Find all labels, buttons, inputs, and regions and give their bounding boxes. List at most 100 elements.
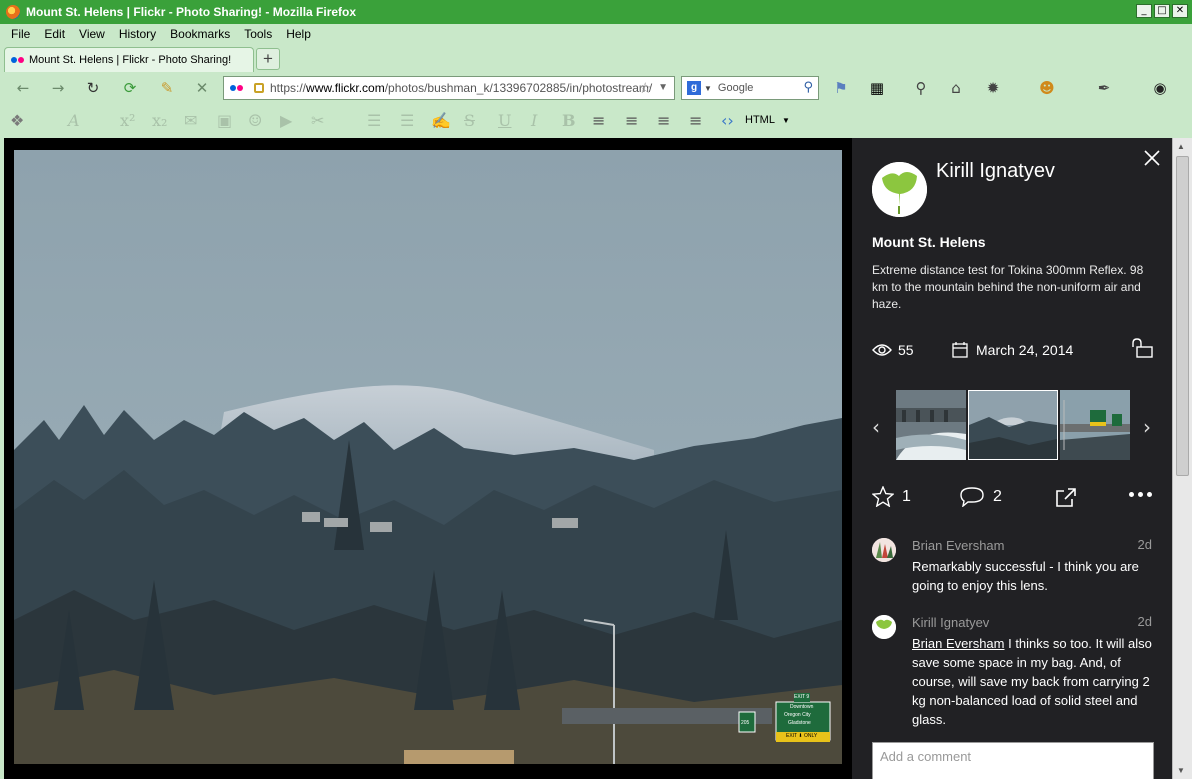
home-icon[interactable]: ⌂ <box>947 79 965 97</box>
scroll-down-icon[interactable]: ▼ <box>1177 766 1185 775</box>
owner-avatar[interactable] <box>872 162 927 217</box>
close-window-button[interactable]: ✕ <box>1172 4 1188 18</box>
calendar-icon <box>952 342 968 358</box>
thumbnail-next[interactable] <box>1060 390 1130 460</box>
bullet-list-icon[interactable]: ☰ <box>367 112 381 130</box>
thumbnail-prev[interactable] <box>896 390 966 460</box>
refresh-green-icon[interactable]: ⟳ <box>121 79 139 97</box>
flag-icon[interactable]: ⚑ <box>832 79 850 97</box>
close-lightbox-icon[interactable] <box>1142 148 1162 168</box>
thumbnail-current[interactable] <box>968 390 1058 460</box>
next-photo-icon[interactable]: › <box>1143 415 1151 439</box>
menu-history[interactable]: History <box>112 27 163 41</box>
menu-help[interactable]: Help <box>279 27 318 41</box>
fave-action[interactable]: 1 <box>872 486 911 507</box>
forward-arrow-icon[interactable]: → <box>49 79 67 97</box>
sign-exit: EXIT 9 <box>794 694 810 700</box>
tab-label: Mount St. Helens | Flickr - Photo Sharin… <box>29 54 232 66</box>
address-bar[interactable]: https://www.flickr.com/photos/bushman_k/… <box>223 76 675 100</box>
lock-icon <box>254 83 264 93</box>
sign-line-oregon-city: Oregon City <box>784 712 811 718</box>
navigation-toolbar: ← → ↻ ⟳ ✎ ✕ https://www.flickr.com/photo… <box>0 72 1192 104</box>
comment-bubble-icon[interactable] <box>959 486 985 507</box>
date-value: March 24, 2014 <box>976 342 1074 358</box>
add-comment-field[interactable]: Add a comment <box>872 742 1154 779</box>
bold-icon[interactable]: B <box>562 112 576 130</box>
stop-icon[interactable]: ✕ <box>193 79 211 97</box>
minimize-button[interactable]: _ <box>1136 4 1152 18</box>
menu-file[interactable]: File <box>4 27 37 41</box>
subscript-icon[interactable]: x₂ <box>152 112 167 130</box>
comment-icon[interactable]: ✍ <box>431 112 451 130</box>
commenter-avatar[interactable] <box>872 615 896 639</box>
sidebar-scrollbar[interactable]: ▲ ▼ <box>1172 138 1192 779</box>
superscript-icon[interactable]: x² <box>120 112 135 130</box>
comment-action[interactable]: 2 <box>959 486 1002 507</box>
notepad-icon[interactable]: ✎ <box>158 79 176 97</box>
prev-photo-icon[interactable]: ‹ <box>872 415 880 439</box>
bug-icon[interactable]: ✹ <box>984 79 1002 97</box>
align-center-icon[interactable]: ≡ <box>689 112 702 130</box>
window-title: Mount St. Helens | Flickr - Photo Sharin… <box>26 5 357 19</box>
strikethrough-icon[interactable]: S <box>464 112 475 130</box>
html-label[interactable]: HTML <box>745 114 775 126</box>
views-value: 55 <box>898 342 914 358</box>
star-icon[interactable] <box>872 486 894 507</box>
photo-sidebar: Kirill Ignatyev Mount St. Helens Extreme… <box>852 138 1172 779</box>
date-taken: March 24, 2014 <box>952 342 1073 358</box>
comment-text: Remarkably successful - I think you are … <box>912 559 1139 593</box>
reload-icon[interactable]: ↻ <box>84 79 102 97</box>
image-icon[interactable]: ▣ <box>217 112 232 130</box>
comment-author[interactable]: Kirill Ignatyev <box>912 615 989 630</box>
photo-description: Extreme distance test for Tokina 300mm R… <box>872 263 1144 311</box>
menu-bookmarks[interactable]: Bookmarks <box>163 27 237 41</box>
window-titlebar: Mount St. Helens | Flickr - Photo Sharin… <box>0 0 1192 24</box>
numbered-list-icon[interactable]: ☰ <box>400 112 414 130</box>
font-icon[interactable]: A <box>68 112 80 130</box>
align-right-icon[interactable]: ≡ <box>657 112 670 130</box>
html-dropdown-icon[interactable]: ▼ <box>782 116 790 125</box>
menu-tools[interactable]: Tools <box>237 27 279 41</box>
smiley-icon[interactable]: ☺ <box>248 112 262 130</box>
search-placeholder: Google <box>717 82 754 94</box>
mail-icon[interactable]: ✉ <box>184 112 197 130</box>
comment-author[interactable]: Brian Eversham <box>912 538 1004 553</box>
align-justify-icon[interactable]: ≡ <box>592 112 605 130</box>
share-icon[interactable] <box>1055 488 1077 508</box>
code-icon[interactable]: ‹› <box>721 112 734 130</box>
unlocked-icon <box>1132 338 1153 358</box>
url-dropdown-icon[interactable]: ▼ <box>658 82 668 93</box>
comment-mention-link[interactable]: Brian Eversham <box>912 636 1004 651</box>
new-tab-button[interactable]: + <box>256 48 280 70</box>
firefox-icon <box>6 5 20 19</box>
main-photo[interactable]: EXIT 9 Downtown Oregon City Gladstone EX… <box>14 150 842 764</box>
media-icon[interactable]: ▶ <box>280 112 292 130</box>
comment-age: 2d <box>1137 537 1152 552</box>
maximize-button[interactable]: □ <box>1154 4 1170 18</box>
chrome-circle-icon[interactable]: ◉ <box>1151 79 1169 97</box>
search-box[interactable]: g ▼ Google ⚲ <box>681 76 819 100</box>
align-left-icon[interactable]: ≡ <box>625 112 638 130</box>
zoom-icon[interactable]: ⚲ <box>912 79 930 97</box>
addon-s-icon[interactable]: ▦ <box>868 79 886 97</box>
dropper-icon[interactable]: ✒ <box>1095 79 1113 97</box>
tag-icon[interactable]: ❖ <box>10 112 24 130</box>
commenter-avatar[interactable] <box>872 538 896 562</box>
paint-icon[interactable]: ✂ <box>311 112 324 130</box>
google-engine-icon[interactable]: g <box>687 81 701 95</box>
engine-dropdown-icon[interactable]: ▼ <box>704 84 712 93</box>
owner-name[interactable]: Kirill Ignatyev <box>936 160 1055 183</box>
menu-view[interactable]: View <box>72 27 112 41</box>
underline-icon[interactable]: U <box>498 112 511 130</box>
more-options-icon[interactable] <box>1129 492 1152 497</box>
menu-edit[interactable]: Edit <box>37 27 72 41</box>
back-arrow-icon[interactable]: ← <box>14 79 32 97</box>
search-icon[interactable]: ⚲ <box>803 80 813 95</box>
monkey-icon[interactable]: ☻ <box>1038 79 1056 97</box>
tab-flickr[interactable]: Mount St. Helens | Flickr - Photo Sharin… <box>4 47 254 72</box>
menu-bar: File Edit View History Bookmarks Tools H… <box>0 24 1192 44</box>
bookmark-star-icon[interactable]: ☆ <box>639 79 652 97</box>
scroll-up-icon[interactable]: ▲ <box>1177 142 1185 151</box>
italic-icon[interactable]: I <box>531 112 537 130</box>
scroll-thumb[interactable] <box>1176 156 1189 476</box>
